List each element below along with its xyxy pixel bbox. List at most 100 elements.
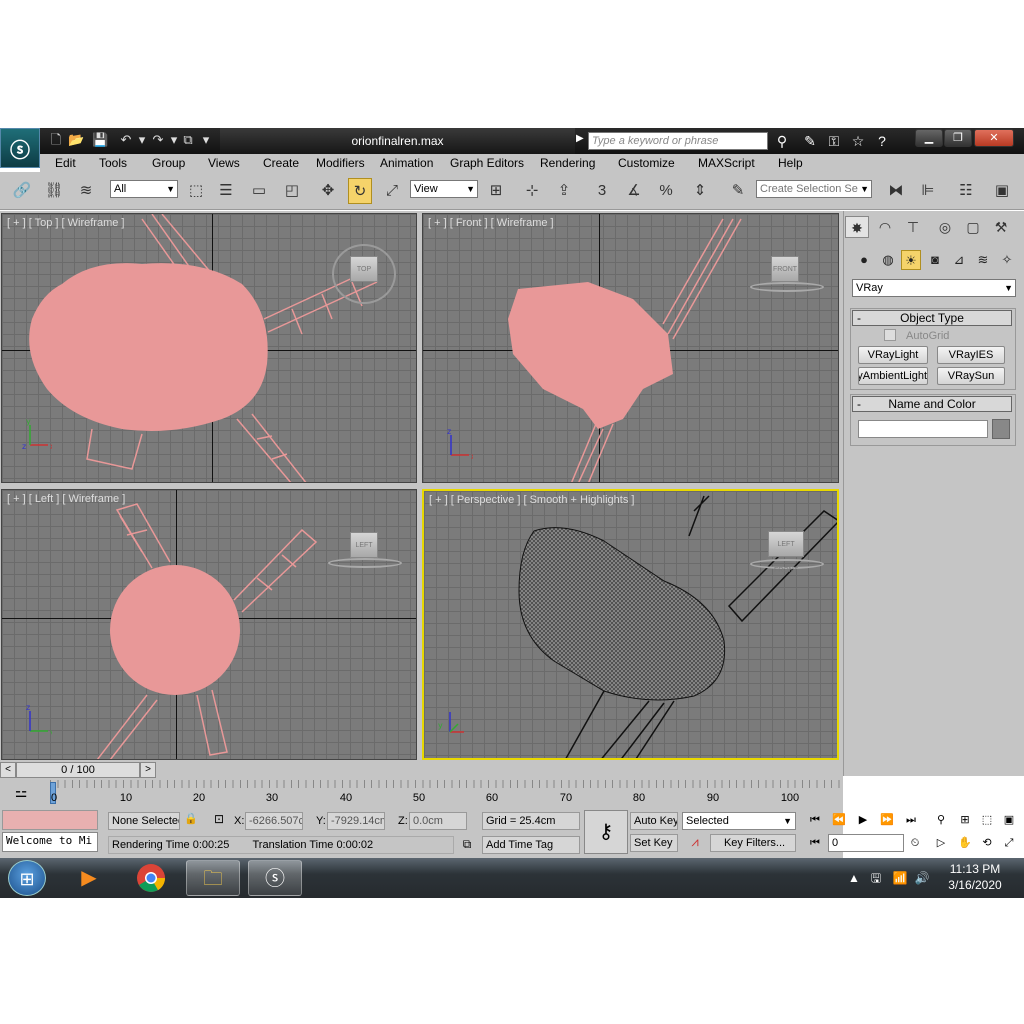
maxscript-mini-listener-pink[interactable] bbox=[2, 810, 98, 830]
expand-arrow-icon[interactable]: ▶ bbox=[576, 133, 584, 144]
key-mode-dropdown[interactable]: Selected ▼ bbox=[682, 812, 796, 830]
previous-frame-icon[interactable]: ⏪ bbox=[830, 812, 848, 828]
subscription-icon[interactable]: ⚿ bbox=[824, 131, 844, 151]
3ds-max-taskbar-icon[interactable]: ⓢ bbox=[248, 860, 302, 896]
system-clock[interactable]: 11:13 PM 3/16/2020 bbox=[935, 861, 1015, 893]
go-to-end-icon[interactable]: ⏭ bbox=[902, 812, 920, 828]
space-warps-icon[interactable]: ≋ bbox=[973, 250, 993, 270]
redo-icon[interactable]: ↷ bbox=[150, 132, 166, 148]
time-slider-track[interactable] bbox=[156, 762, 842, 778]
geometry-icon[interactable]: ● bbox=[854, 250, 874, 270]
viewport-left[interactable]: [ + ] [ Left ] [ Wireframe ] LEFT z y bbox=[1, 489, 417, 760]
menu-create[interactable]: Create bbox=[263, 155, 299, 171]
helpers-icon[interactable]: ⊿ bbox=[949, 250, 969, 270]
shapes-icon[interactable]: ◍ bbox=[878, 250, 898, 270]
next-frame-icon[interactable]: ⏩ bbox=[878, 812, 896, 828]
media-player-taskbar-icon[interactable]: ▶ bbox=[62, 860, 116, 896]
curve-editor-icon[interactable]: ⚍ bbox=[10, 784, 32, 802]
track-bar[interactable] bbox=[50, 780, 843, 808]
restore-button[interactable]: ❐ bbox=[944, 129, 972, 147]
select-manipulate-icon[interactable]: ⊹ bbox=[520, 178, 544, 204]
modify-tab-icon[interactable]: ◠ bbox=[873, 216, 897, 238]
network-tray-icon[interactable]: 📶 bbox=[892, 870, 908, 886]
go-to-start-icon[interactable]: ⏮ bbox=[806, 812, 824, 828]
viewport-front[interactable]: [ + ] [ Front ] [ Wireframe ] FRONT z x bbox=[422, 213, 839, 483]
viewcube-top[interactable]: TOP bbox=[350, 256, 378, 282]
absolute-mode-icon[interactable]: ⊡ bbox=[210, 812, 228, 828]
y-coord-field[interactable]: -7929.14cm bbox=[327, 812, 385, 830]
z-coord-field[interactable]: 0.0cm bbox=[409, 812, 467, 830]
viewcube-left[interactable]: LEFT bbox=[350, 532, 378, 558]
menu-edit[interactable]: Edit bbox=[55, 155, 76, 171]
named-selection-set-dropdown[interactable]: Create Selection Se ▼ bbox=[756, 180, 872, 198]
angle-snap-icon[interactable]: ∡ bbox=[622, 178, 646, 204]
select-and-move-icon[interactable]: ✥ bbox=[316, 178, 340, 204]
key-filters-button[interactable]: Key Filters... bbox=[710, 834, 796, 852]
viewport-top[interactable]: [ + ] [ Top ] [ Wireframe ] TOP y x z bbox=[1, 213, 417, 483]
layer-manager-icon[interactable]: ☷ bbox=[954, 178, 978, 204]
vrayies-button[interactable]: VRayIES bbox=[937, 346, 1005, 364]
window-crossing-icon[interactable]: ◰ bbox=[280, 178, 304, 204]
viewcube-front[interactable]: FRONT bbox=[771, 256, 799, 282]
spinner-snap-icon[interactable]: ⇕ bbox=[688, 178, 712, 204]
select-and-scale-icon[interactable]: ⤢ bbox=[380, 178, 404, 204]
unlink-icon[interactable]: ⛓ bbox=[42, 178, 66, 204]
project-folder-icon[interactable]: ⧉ bbox=[180, 132, 196, 148]
zoom-icon[interactable]: ⚲ bbox=[932, 812, 950, 828]
viewcube-ring[interactable] bbox=[328, 558, 402, 568]
vrayambientlight-button[interactable]: VRayAmbientLight bbox=[858, 367, 928, 385]
select-and-rotate-icon[interactable]: ↻ bbox=[348, 178, 372, 204]
viewport-perspective[interactable]: [ + ] [ Perspective ] [ Smooth + Highlig… bbox=[422, 489, 839, 760]
select-and-link-icon[interactable]: 🔗 bbox=[10, 178, 34, 204]
auto-key-button[interactable]: Auto Key bbox=[630, 812, 678, 830]
time-slider-handle[interactable]: 0 / 100 bbox=[16, 762, 140, 778]
selection-filter-dropdown[interactable]: All ▼ bbox=[110, 180, 178, 198]
orbit-icon[interactable]: ⟲ bbox=[978, 835, 996, 851]
pan-view-icon[interactable]: ✋ bbox=[956, 835, 974, 851]
set-key-big-icon[interactable]: ⚷ bbox=[584, 810, 628, 854]
snaps-toggle-icon[interactable]: 3 bbox=[590, 178, 614, 204]
maximize-viewport-icon[interactable]: ⤢ bbox=[1000, 835, 1018, 851]
volume-tray-icon[interactable]: 🔊 bbox=[914, 870, 930, 886]
object-name-input[interactable] bbox=[858, 420, 988, 438]
align-icon[interactable]: ⊫ bbox=[916, 178, 940, 204]
device-tray-icon[interactable]: 🖫 bbox=[868, 870, 884, 886]
time-slider-prev-button[interactable]: < bbox=[0, 762, 16, 778]
autogrid-checkbox[interactable] bbox=[884, 329, 896, 341]
vraylight-button[interactable]: VRayLight bbox=[858, 346, 928, 364]
menu-modifiers[interactable]: Modifiers bbox=[316, 155, 365, 171]
pivot-center-icon[interactable]: ⊞ bbox=[484, 178, 508, 204]
chrome-taskbar-icon[interactable] bbox=[124, 860, 178, 896]
field-of-view-icon[interactable]: ▷ bbox=[932, 835, 950, 851]
lock-selection-icon[interactable]: 🔒 bbox=[184, 812, 198, 828]
communication-center-icon[interactable]: ✎ bbox=[800, 131, 820, 151]
maxscript-mini-listener[interactable]: Welcome to Mi bbox=[2, 832, 98, 852]
vraysun-button[interactable]: VRaySun bbox=[937, 367, 1005, 385]
key-mode-toggle-icon[interactable]: ⏮ bbox=[806, 835, 824, 851]
time-tag-icon[interactable]: ⧉ bbox=[458, 837, 476, 853]
display-tab-icon[interactable]: ▢ bbox=[961, 216, 985, 238]
minimize-button[interactable]: ▁ bbox=[915, 129, 943, 147]
play-icon[interactable]: ▶ bbox=[854, 812, 872, 828]
hierarchy-tab-icon[interactable]: ⊤ bbox=[901, 216, 925, 238]
edit-named-selection-icon[interactable]: ✎ bbox=[726, 178, 750, 204]
app-logo-button[interactable]: ⓢ bbox=[0, 128, 40, 168]
cameras-icon[interactable]: ◙ bbox=[925, 250, 945, 270]
quick-access-dropdown-icon[interactable]: ▾ bbox=[198, 132, 214, 148]
select-by-name-icon[interactable]: ☰ bbox=[214, 178, 238, 204]
menu-group[interactable]: Group bbox=[152, 155, 185, 171]
binoculars-icon[interactable]: ⚲ bbox=[772, 131, 792, 151]
undo-icon[interactable]: ↶ bbox=[118, 132, 134, 148]
new-file-icon[interactable]: 🗋 bbox=[48, 132, 64, 148]
graphite-modeling-icon[interactable]: ▣ bbox=[990, 178, 1014, 204]
menu-animation[interactable]: Animation bbox=[380, 155, 433, 171]
zoom-extents-icon[interactable]: ⬚ bbox=[978, 812, 996, 828]
help-icon[interactable]: ? bbox=[872, 131, 892, 151]
time-slider-next-button[interactable]: > bbox=[140, 762, 156, 778]
name-color-header[interactable]: - Name and Color bbox=[852, 396, 1012, 412]
show-hidden-icons[interactable]: ▲ bbox=[846, 870, 862, 886]
viewcube-perspective[interactable]: LEFT FRONT bbox=[768, 531, 804, 574]
current-frame-field[interactable]: 0 bbox=[828, 834, 904, 852]
menu-maxscript[interactable]: MAXScript bbox=[698, 155, 755, 171]
menu-tools[interactable]: Tools bbox=[99, 155, 127, 171]
